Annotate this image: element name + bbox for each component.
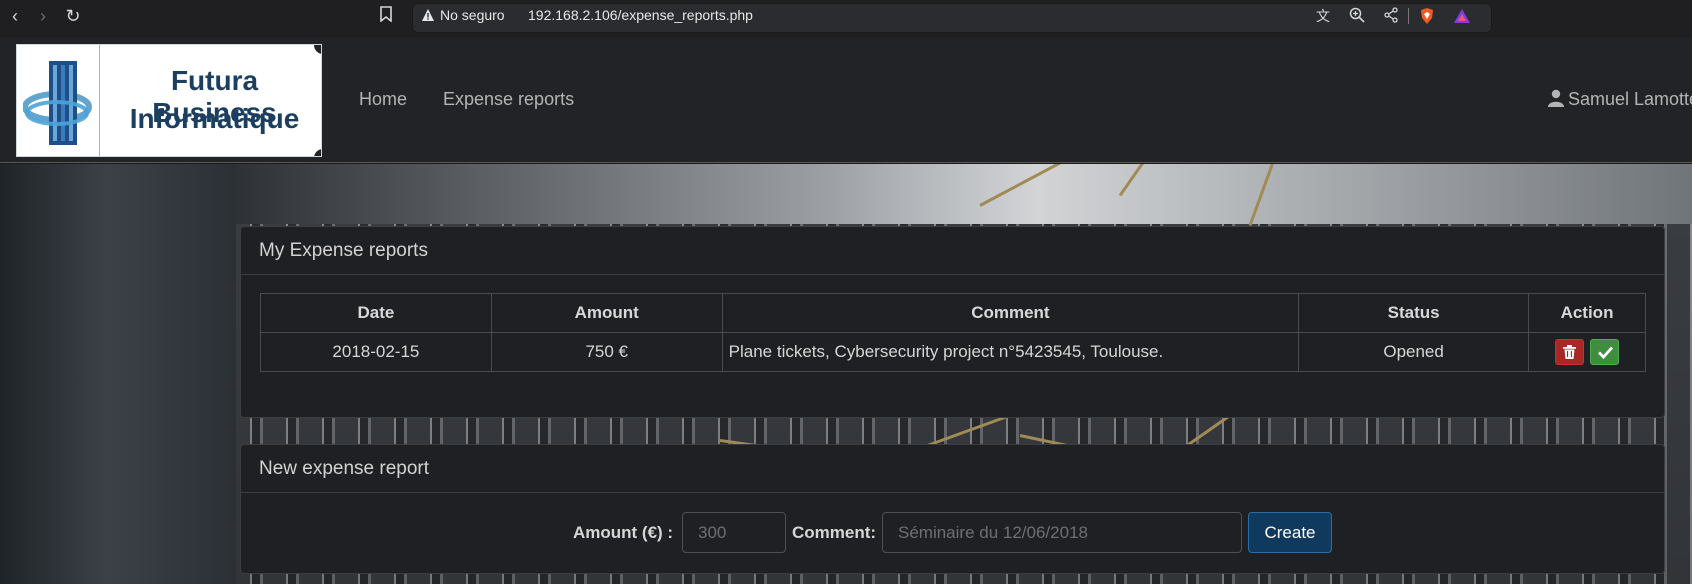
share-icon[interactable] [1382, 7, 1400, 25]
expense-reports-table: Date Amount Comment Status Action 2018-0… [260, 293, 1646, 372]
comment-label: Comment: [792, 523, 877, 542]
forward-icon[interactable]: › [32, 4, 54, 28]
column-header-action: Action [1528, 293, 1646, 333]
site-header: Futura Business Informatique Home Expens… [0, 37, 1692, 163]
back-icon[interactable]: ‹ [4, 4, 26, 28]
nav-expense-reports[interactable]: Expense reports [443, 86, 574, 112]
panel-heading: New expense report [241, 445, 1664, 493]
reload-icon[interactable]: ↻ [62, 4, 84, 28]
photo-window [0, 164, 236, 584]
brave-rewards-icon[interactable] [1453, 7, 1471, 25]
company-logo[interactable]: Futura Business Informatique [16, 44, 322, 157]
nav-home[interactable]: Home [359, 86, 407, 112]
column-header-comment: Comment [721, 293, 1300, 333]
panel-title: New expense report [259, 458, 430, 479]
url-text[interactable]: 192.168.2.106/expense_reports.php [528, 6, 753, 24]
table-row: 2018-02-15 750 € Plane tickets, Cybersec… [260, 332, 1646, 372]
cell-actions [1528, 332, 1646, 372]
zoom-icon[interactable] [1348, 7, 1366, 25]
comment-input[interactable] [882, 512, 1242, 553]
cell-date: 2018-02-15 [260, 332, 492, 372]
expense-reports-panel: My Expense reports Date Amount Comment S… [240, 226, 1665, 418]
create-button[interactable]: Create [1248, 512, 1332, 553]
user-name: Samuel Lamotte [1568, 89, 1692, 109]
cell-status: Opened [1298, 332, 1530, 372]
browser-toolbar: ‹ › ↻ No seguro 192.168.2.106/expense_re… [0, 0, 1692, 37]
logo-corner [314, 45, 321, 54]
logo-divider [99, 45, 100, 156]
panel-heading: My Expense reports [241, 227, 1664, 275]
validate-button[interactable] [1590, 339, 1620, 365]
brave-shield-icon[interactable] [1418, 7, 1436, 25]
cell-comment: Plane tickets, Cybersecurity project n°5… [721, 332, 1300, 372]
amount-label: Amount (€) : [573, 523, 674, 542]
table-header-row: Date Amount Comment Status Action [260, 293, 1646, 333]
user-menu[interactable]: Samuel Lamotte [1548, 86, 1692, 112]
column-header-status: Status [1298, 293, 1530, 333]
panel-title: My Expense reports [259, 240, 428, 261]
column-header-date: Date [260, 293, 492, 333]
cell-amount: 750 € [490, 332, 723, 372]
new-expense-report-panel: New expense report Amount (€) : Comment:… [240, 444, 1665, 574]
address-divider [1408, 8, 1409, 24]
photo-ceiling [236, 164, 1692, 224]
bookmark-icon[interactable] [376, 6, 396, 28]
warning-icon [422, 9, 434, 21]
translate-icon[interactable]: 文 [1314, 7, 1332, 25]
amount-input[interactable] [682, 512, 786, 553]
building-logo-icon [23, 61, 92, 145]
logo-line2: Informatique [129, 103, 300, 134]
check-icon [1598, 346, 1614, 359]
column-header-amount: Amount [490, 293, 723, 333]
trash-icon [1562, 345, 1576, 359]
user-icon [1548, 89, 1564, 107]
security-label[interactable]: No seguro [440, 6, 505, 24]
delete-button[interactable] [1554, 339, 1584, 365]
logo-corner [314, 149, 321, 156]
